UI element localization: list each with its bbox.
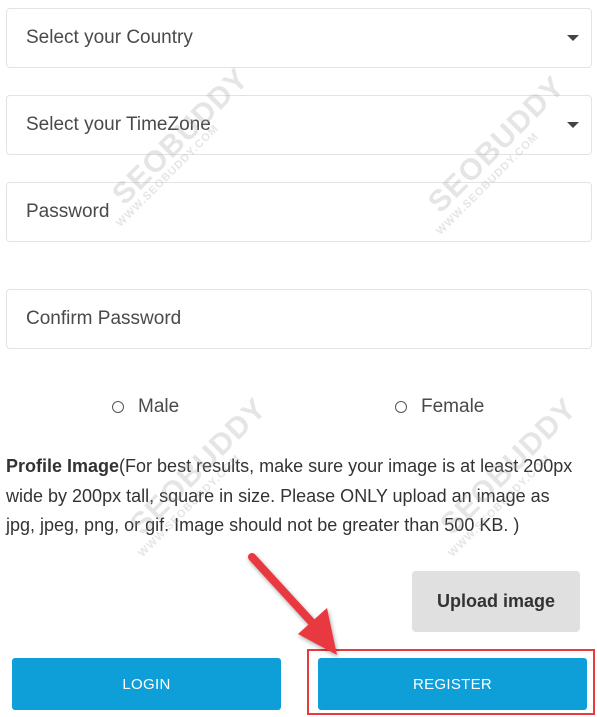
- confirm-password-field-wrapper: [6, 289, 592, 349]
- password-field[interactable]: [7, 183, 591, 241]
- password-field-wrapper: [6, 182, 592, 242]
- gender-radio-female[interactable]: Female: [395, 396, 484, 418]
- login-button[interactable]: LOGIN: [12, 658, 281, 710]
- country-select[interactable]: Select your Country: [6, 8, 592, 68]
- confirm-password-field[interactable]: [7, 290, 591, 348]
- radio-icon[interactable]: [395, 401, 407, 413]
- chevron-down-icon: [567, 122, 579, 128]
- gender-radio-male[interactable]: Male: [112, 396, 179, 418]
- radio-icon[interactable]: [112, 401, 124, 413]
- profile-image-title: Profile Image: [6, 456, 120, 476]
- country-select-value: Select your Country: [26, 27, 193, 48]
- timezone-select-value: Select your TimeZone: [26, 114, 211, 135]
- timezone-select[interactable]: Select your TimeZone: [6, 95, 592, 155]
- chevron-down-icon: [567, 35, 579, 41]
- gender-label-male: Male: [138, 396, 180, 417]
- annotation-highlight-box: [307, 649, 595, 715]
- upload-image-button[interactable]: Upload image: [412, 571, 580, 632]
- gender-label-female: Female: [421, 396, 485, 417]
- profile-image-instructions: Profile Image(For best results, make sur…: [6, 452, 581, 541]
